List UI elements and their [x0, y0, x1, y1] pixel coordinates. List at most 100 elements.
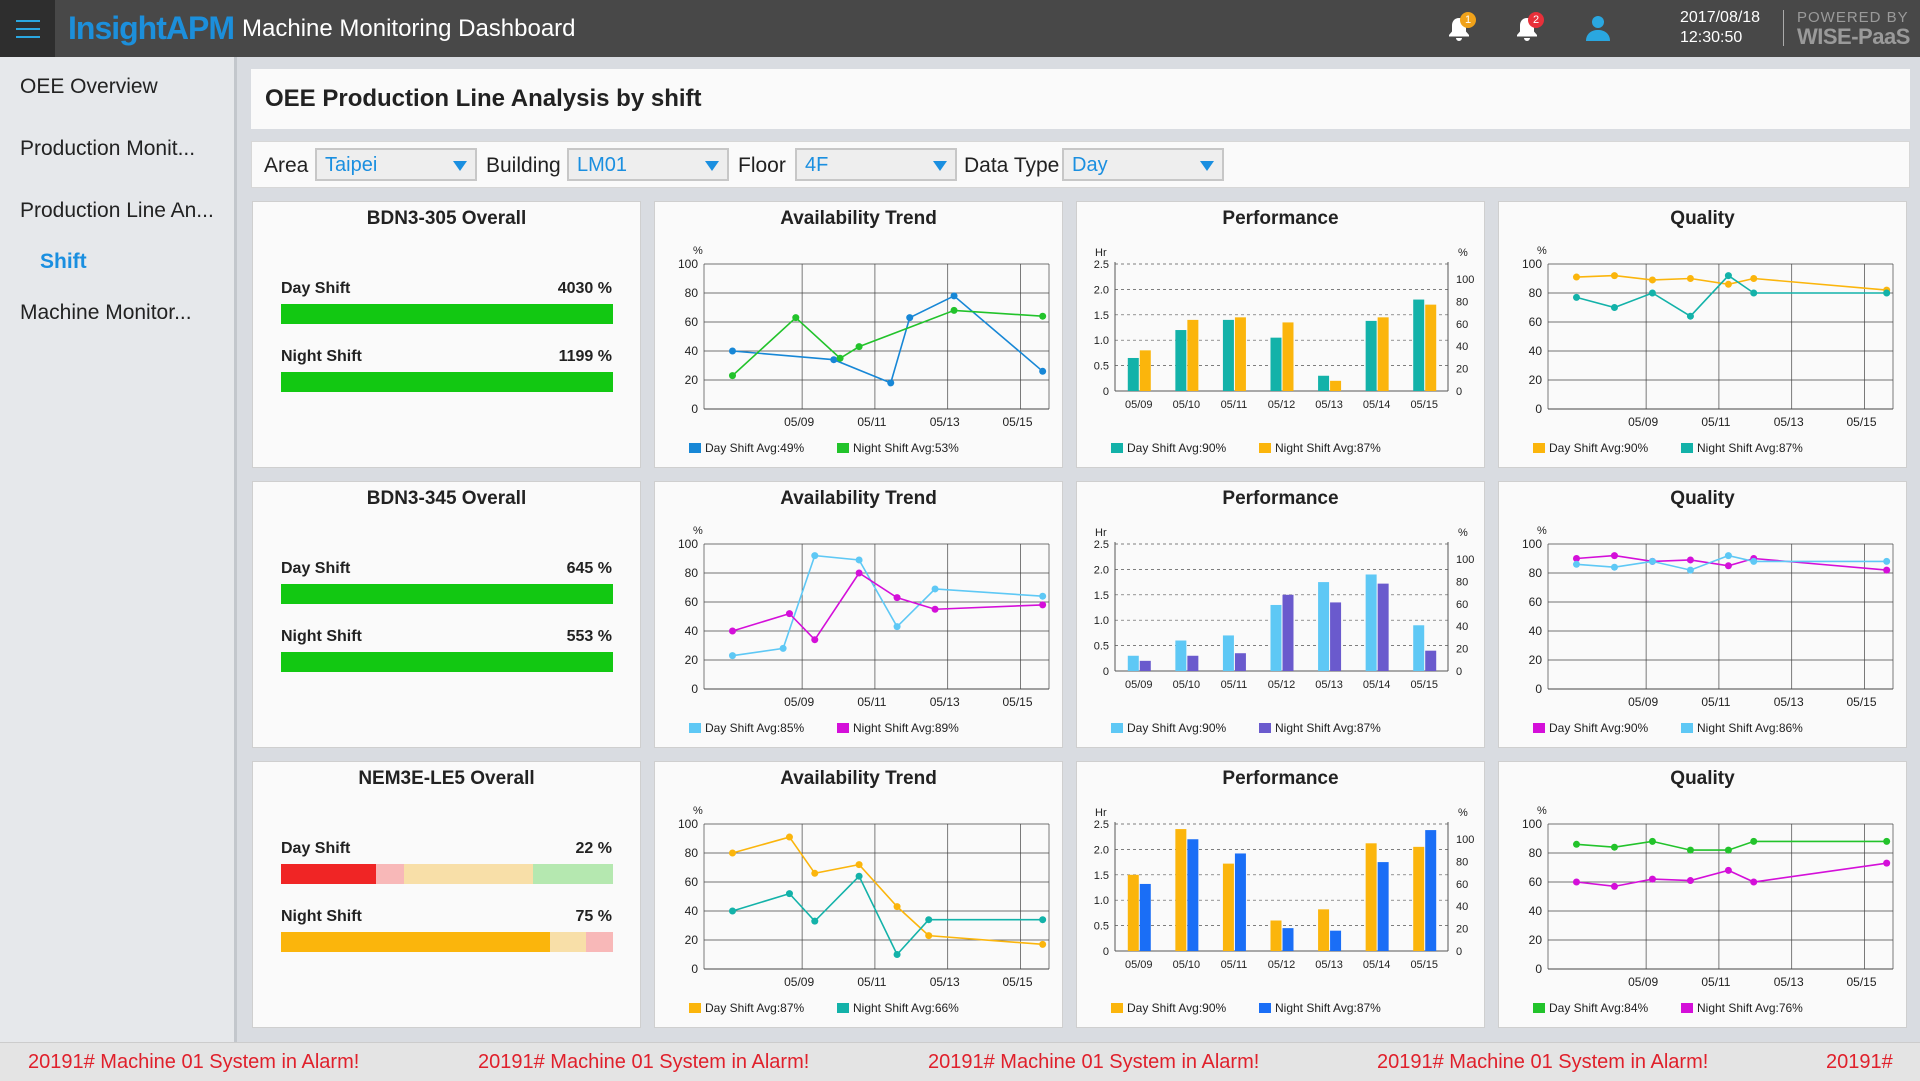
bar[interactable]: [1413, 846, 1425, 951]
data-point[interactable]: [1883, 837, 1891, 845]
data-point[interactable]: [811, 552, 819, 560]
data-point[interactable]: [1039, 367, 1047, 375]
bar[interactable]: [1139, 660, 1151, 671]
data-point[interactable]: [1724, 562, 1732, 570]
alarm-message[interactable]: 20191# Machine 01 System in Alarm!: [1377, 1051, 1708, 1074]
bar[interactable]: [1175, 829, 1187, 951]
bar[interactable]: [1270, 337, 1282, 391]
bar[interactable]: [1413, 299, 1425, 391]
data-point[interactable]: [811, 636, 819, 644]
data-point[interactable]: [1724, 552, 1732, 560]
data-point[interactable]: [836, 354, 844, 362]
data-point[interactable]: [1686, 566, 1694, 574]
data-point[interactable]: [728, 907, 736, 915]
data-point[interactable]: [1648, 837, 1656, 845]
data-point[interactable]: [785, 610, 793, 618]
data-point[interactable]: [728, 372, 736, 380]
data-point[interactable]: [779, 644, 787, 652]
data-point[interactable]: [1750, 275, 1758, 282]
data-point[interactable]: [1883, 289, 1891, 297]
data-point[interactable]: [925, 916, 933, 924]
data-point[interactable]: [1724, 846, 1732, 854]
bar[interactable]: [1365, 843, 1377, 951]
data-point[interactable]: [950, 306, 958, 314]
sidebar-item-production-line-analysis[interactable]: Production Line An...: [20, 199, 230, 223]
bar[interactable]: [1234, 853, 1246, 951]
datatype-select[interactable]: Day: [1062, 148, 1224, 181]
data-point[interactable]: [855, 872, 863, 880]
bar[interactable]: [1187, 839, 1199, 951]
bar[interactable]: [1318, 375, 1330, 391]
area-select[interactable]: Taipei: [315, 148, 477, 181]
data-point[interactable]: [1610, 304, 1618, 311]
bar[interactable]: [1377, 862, 1389, 951]
data-point[interactable]: [1724, 866, 1732, 874]
bar[interactable]: [1187, 319, 1199, 391]
bar[interactable]: [1139, 883, 1151, 951]
bar[interactable]: [1234, 317, 1246, 391]
floor-select[interactable]: 4F: [795, 148, 957, 181]
data-point[interactable]: [728, 849, 736, 857]
data-point[interactable]: [1610, 882, 1618, 890]
bar[interactable]: [1365, 574, 1377, 671]
data-point[interactable]: [887, 379, 895, 387]
bar[interactable]: [1270, 920, 1282, 951]
data-point[interactable]: [893, 594, 901, 602]
data-point[interactable]: [925, 932, 933, 940]
data-point[interactable]: [1750, 557, 1758, 565]
bar[interactable]: [1330, 602, 1342, 671]
data-point[interactable]: [1648, 289, 1656, 297]
bar[interactable]: [1127, 357, 1139, 391]
bar[interactable]: [1318, 582, 1330, 671]
data-point[interactable]: [792, 314, 800, 322]
bar[interactable]: [1127, 874, 1139, 951]
user-icon[interactable]: [1583, 13, 1613, 43]
data-point[interactable]: [1572, 273, 1580, 281]
data-point[interactable]: [1572, 840, 1580, 848]
data-point[interactable]: [1039, 940, 1047, 948]
data-point[interactable]: [1648, 557, 1656, 565]
bar[interactable]: [1282, 928, 1294, 951]
data-point[interactable]: [1883, 859, 1891, 867]
data-point[interactable]: [931, 605, 939, 613]
data-point[interactable]: [906, 314, 914, 322]
data-point[interactable]: [728, 652, 736, 660]
bar[interactable]: [1330, 930, 1342, 951]
data-point[interactable]: [1572, 293, 1580, 301]
data-point[interactable]: [855, 861, 863, 869]
data-point[interactable]: [1686, 846, 1694, 854]
data-point[interactable]: [1750, 878, 1758, 886]
data-point[interactable]: [811, 869, 819, 877]
data-point[interactable]: [728, 627, 736, 635]
data-point[interactable]: [893, 903, 901, 911]
bar[interactable]: [1270, 604, 1282, 671]
bell-icon[interactable]: 1: [1444, 12, 1476, 44]
bar[interactable]: [1222, 635, 1234, 671]
data-point[interactable]: [1039, 916, 1047, 924]
data-point[interactable]: [1724, 272, 1732, 280]
data-point[interactable]: [855, 556, 863, 564]
data-point[interactable]: [1750, 289, 1758, 297]
bar[interactable]: [1234, 653, 1246, 671]
bar[interactable]: [1413, 625, 1425, 671]
data-point[interactable]: [1610, 563, 1618, 571]
data-point[interactable]: [1572, 878, 1580, 886]
data-point[interactable]: [785, 833, 793, 841]
alarm-message[interactable]: 20191# Machine 01 System in Alarm!: [478, 1051, 809, 1074]
data-point[interactable]: [950, 292, 958, 300]
data-point[interactable]: [1648, 875, 1656, 883]
data-point[interactable]: [1883, 557, 1891, 565]
data-point[interactable]: [1883, 566, 1891, 574]
sidebar-subitem-shift[interactable]: Shift: [40, 250, 87, 274]
building-select[interactable]: LM01: [567, 148, 729, 181]
data-point[interactable]: [785, 890, 793, 898]
data-point[interactable]: [1686, 275, 1694, 282]
data-point[interactable]: [1724, 280, 1732, 288]
bar[interactable]: [1222, 319, 1234, 391]
data-point[interactable]: [855, 343, 863, 351]
bar[interactable]: [1175, 640, 1187, 671]
bar[interactable]: [1139, 350, 1151, 391]
bar[interactable]: [1175, 330, 1187, 391]
bar[interactable]: [1425, 304, 1437, 391]
data-point[interactable]: [1039, 312, 1047, 320]
